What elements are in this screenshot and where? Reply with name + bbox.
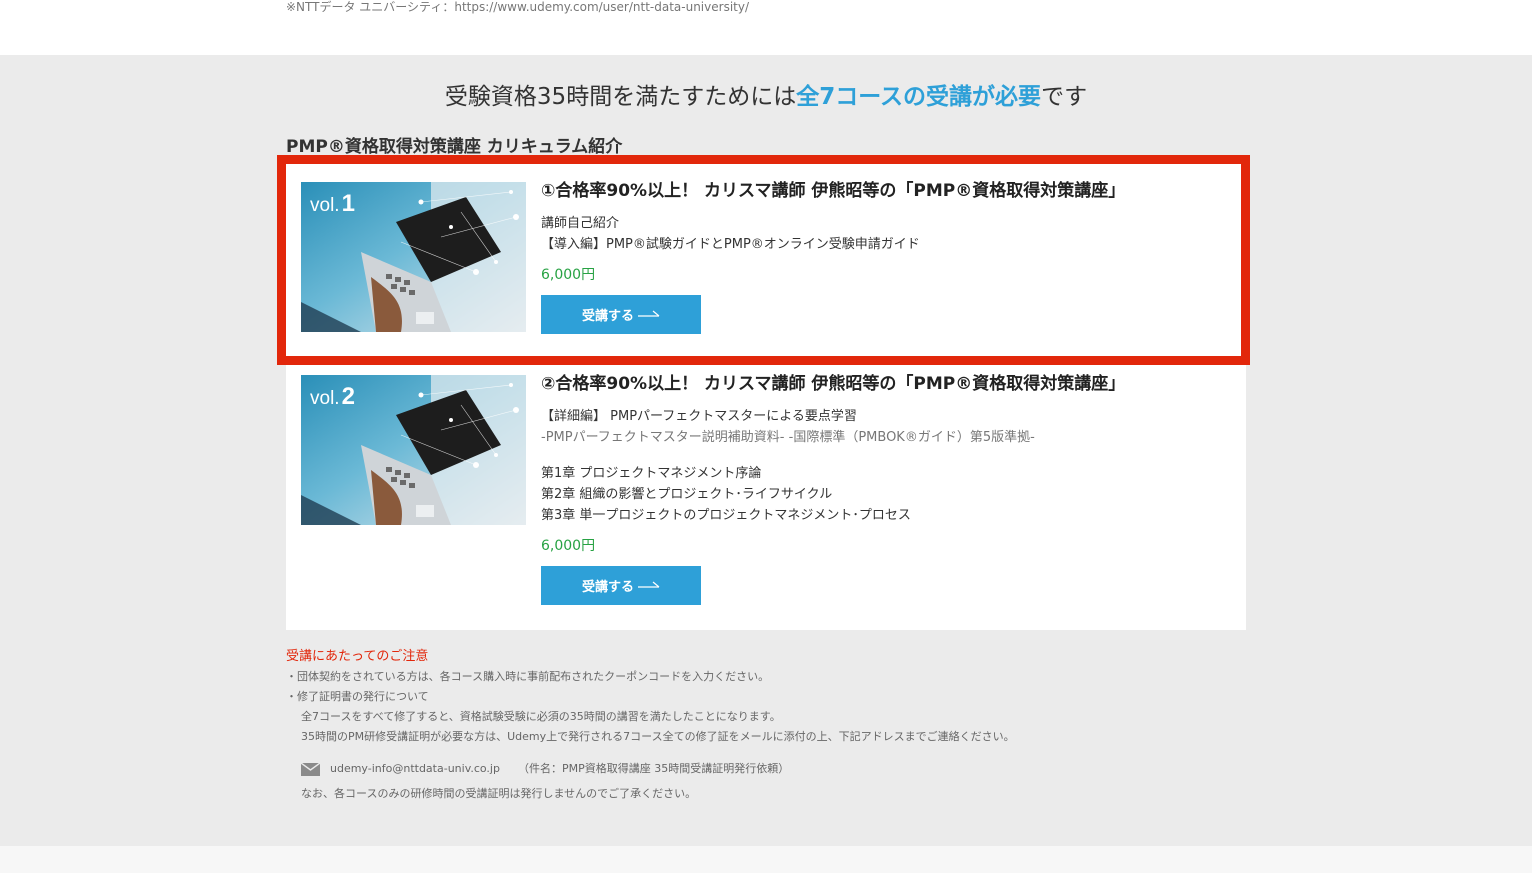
course-thumbnail-1[interactable]: vol.1 [301, 182, 526, 332]
course-body-1: ①合格率90%以上！ カリスマ講師 伊熊昭等の「PMP®資格取得対策講座」 講師… [541, 179, 1231, 334]
vol-badge-1: vol.1 [310, 190, 355, 217]
desc-line: 講師自己紹介 [541, 216, 620, 231]
desc-line: 【導入編】PMP®試験ガイドとPMP®オンライン受験申請ガイド [541, 237, 920, 252]
notes-section: 受講にあたってのご注意 ・団体契約をされている方は、各コース購入時に事前配布され… [286, 647, 1246, 804]
contact-email[interactable]: udemy-info@nttdata-univ.co.jp [330, 759, 500, 779]
chapter-line: 第2章 組織の影響とプロジェクト･ライフサイクル [541, 487, 833, 502]
headline-highlight: 全7コースの受講が必要 [796, 84, 1042, 110]
note-line: ・団体契約をされている方は、各コース購入時に事前配布されたクーポンコードを入力く… [286, 670, 770, 683]
chapter-line: 第1章 プロジェクトマネジメント序論 [541, 466, 762, 481]
course-price-1: 6,000円 [541, 267, 596, 283]
course-item-1: vol.1 ①合格率90%以上！ カリスマ講師 伊熊昭等の「PMP®資格取得対策… [286, 163, 1246, 356]
section-headline: 受験資格35時間を満たすためには全7コースの受講が必要です [0, 80, 1532, 114]
chapter-line: 第3章 単一プロジェクトのプロジェクトマネジメント･プロセス [541, 508, 911, 523]
course-list: vol.1 ①合格率90%以上！ カリスマ講師 伊熊昭等の「PMP®資格取得対策… [286, 163, 1246, 630]
contact-email-subject: （件名：PMP資格取得講座 35時間受講証明発行依頼） [517, 762, 790, 775]
vol-badge-2: vol.2 [310, 383, 355, 410]
headline-after: です [1041, 84, 1088, 110]
curriculum-title: PMP®資格取得対策講座 カリキュラム紹介 [286, 137, 623, 157]
mail-icon [300, 761, 321, 776]
notes-title: 受講にあたってのご注意 [286, 649, 429, 664]
course-title-2[interactable]: ②合格率90%以上！ カリスマ講師 伊熊昭等の「PMP®資格取得対策講座」 [541, 372, 1231, 396]
long-arrow-right-icon [638, 578, 660, 593]
enroll-button-label: 受講する [581, 580, 634, 595]
course-description-2: 【詳細編】 PMPパーフェクトマスターによる要点学習 -PMPパーフェクトマスタ… [541, 406, 1231, 526]
note-line: 35時間のPM研修受講証明が必要な方は、Udemy上で発行される7コース全ての修… [301, 730, 1015, 743]
course-title-1[interactable]: ①合格率90%以上！ カリスマ講師 伊熊昭等の「PMP®資格取得対策講座」 [541, 179, 1231, 203]
course-description-1: 講師自己紹介 【導入編】PMP®試験ガイドとPMP®オンライン受験申請ガイド [541, 213, 1231, 255]
desc-sub-line: -PMPパーフェクトマスター説明補助資料- -国際標準（PMBOK®ガイド）第5… [541, 430, 1035, 445]
note-line: ・修了証明書の発行について [286, 690, 429, 703]
note-line: 全7コースをすべて修了すると、資格試験受験に必須の35時間の講習を満たしたことに… [301, 710, 781, 723]
desc-line: 【詳細編】 PMPパーフェクトマスターによる要点学習 [541, 409, 857, 424]
course-price-2: 6,000円 [541, 538, 596, 554]
final-note: なお、各コースのみの研修時間の受講証明は発行しませんのでご了承ください。 [301, 787, 697, 800]
course-thumbnail-2[interactable]: vol.2 [301, 375, 526, 525]
long-arrow-right-icon [638, 307, 660, 322]
course-body-2: ②合格率90%以上！ カリスマ講師 伊熊昭等の「PMP®資格取得対策講座」 【詳… [541, 372, 1231, 605]
footer-strip [0, 846, 1532, 873]
top-note: ※NTTデータ ユニバーシティ：https://www.udemy.com/us… [286, 0, 749, 14]
contact-row: udemy-info@nttdata-univ.co.jp （件名：PMP資格取… [286, 759, 1246, 779]
headline-before: 受験資格35時間を満たすためには [444, 84, 797, 110]
course-item-2: vol.2 ②合格率90%以上！ カリスマ講師 伊熊昭等の「PMP®資格取得対策… [286, 356, 1246, 630]
enroll-button-1[interactable]: 受講する [541, 295, 701, 334]
enroll-button-2[interactable]: 受講する [541, 566, 701, 605]
enroll-button-label: 受講する [581, 309, 634, 324]
